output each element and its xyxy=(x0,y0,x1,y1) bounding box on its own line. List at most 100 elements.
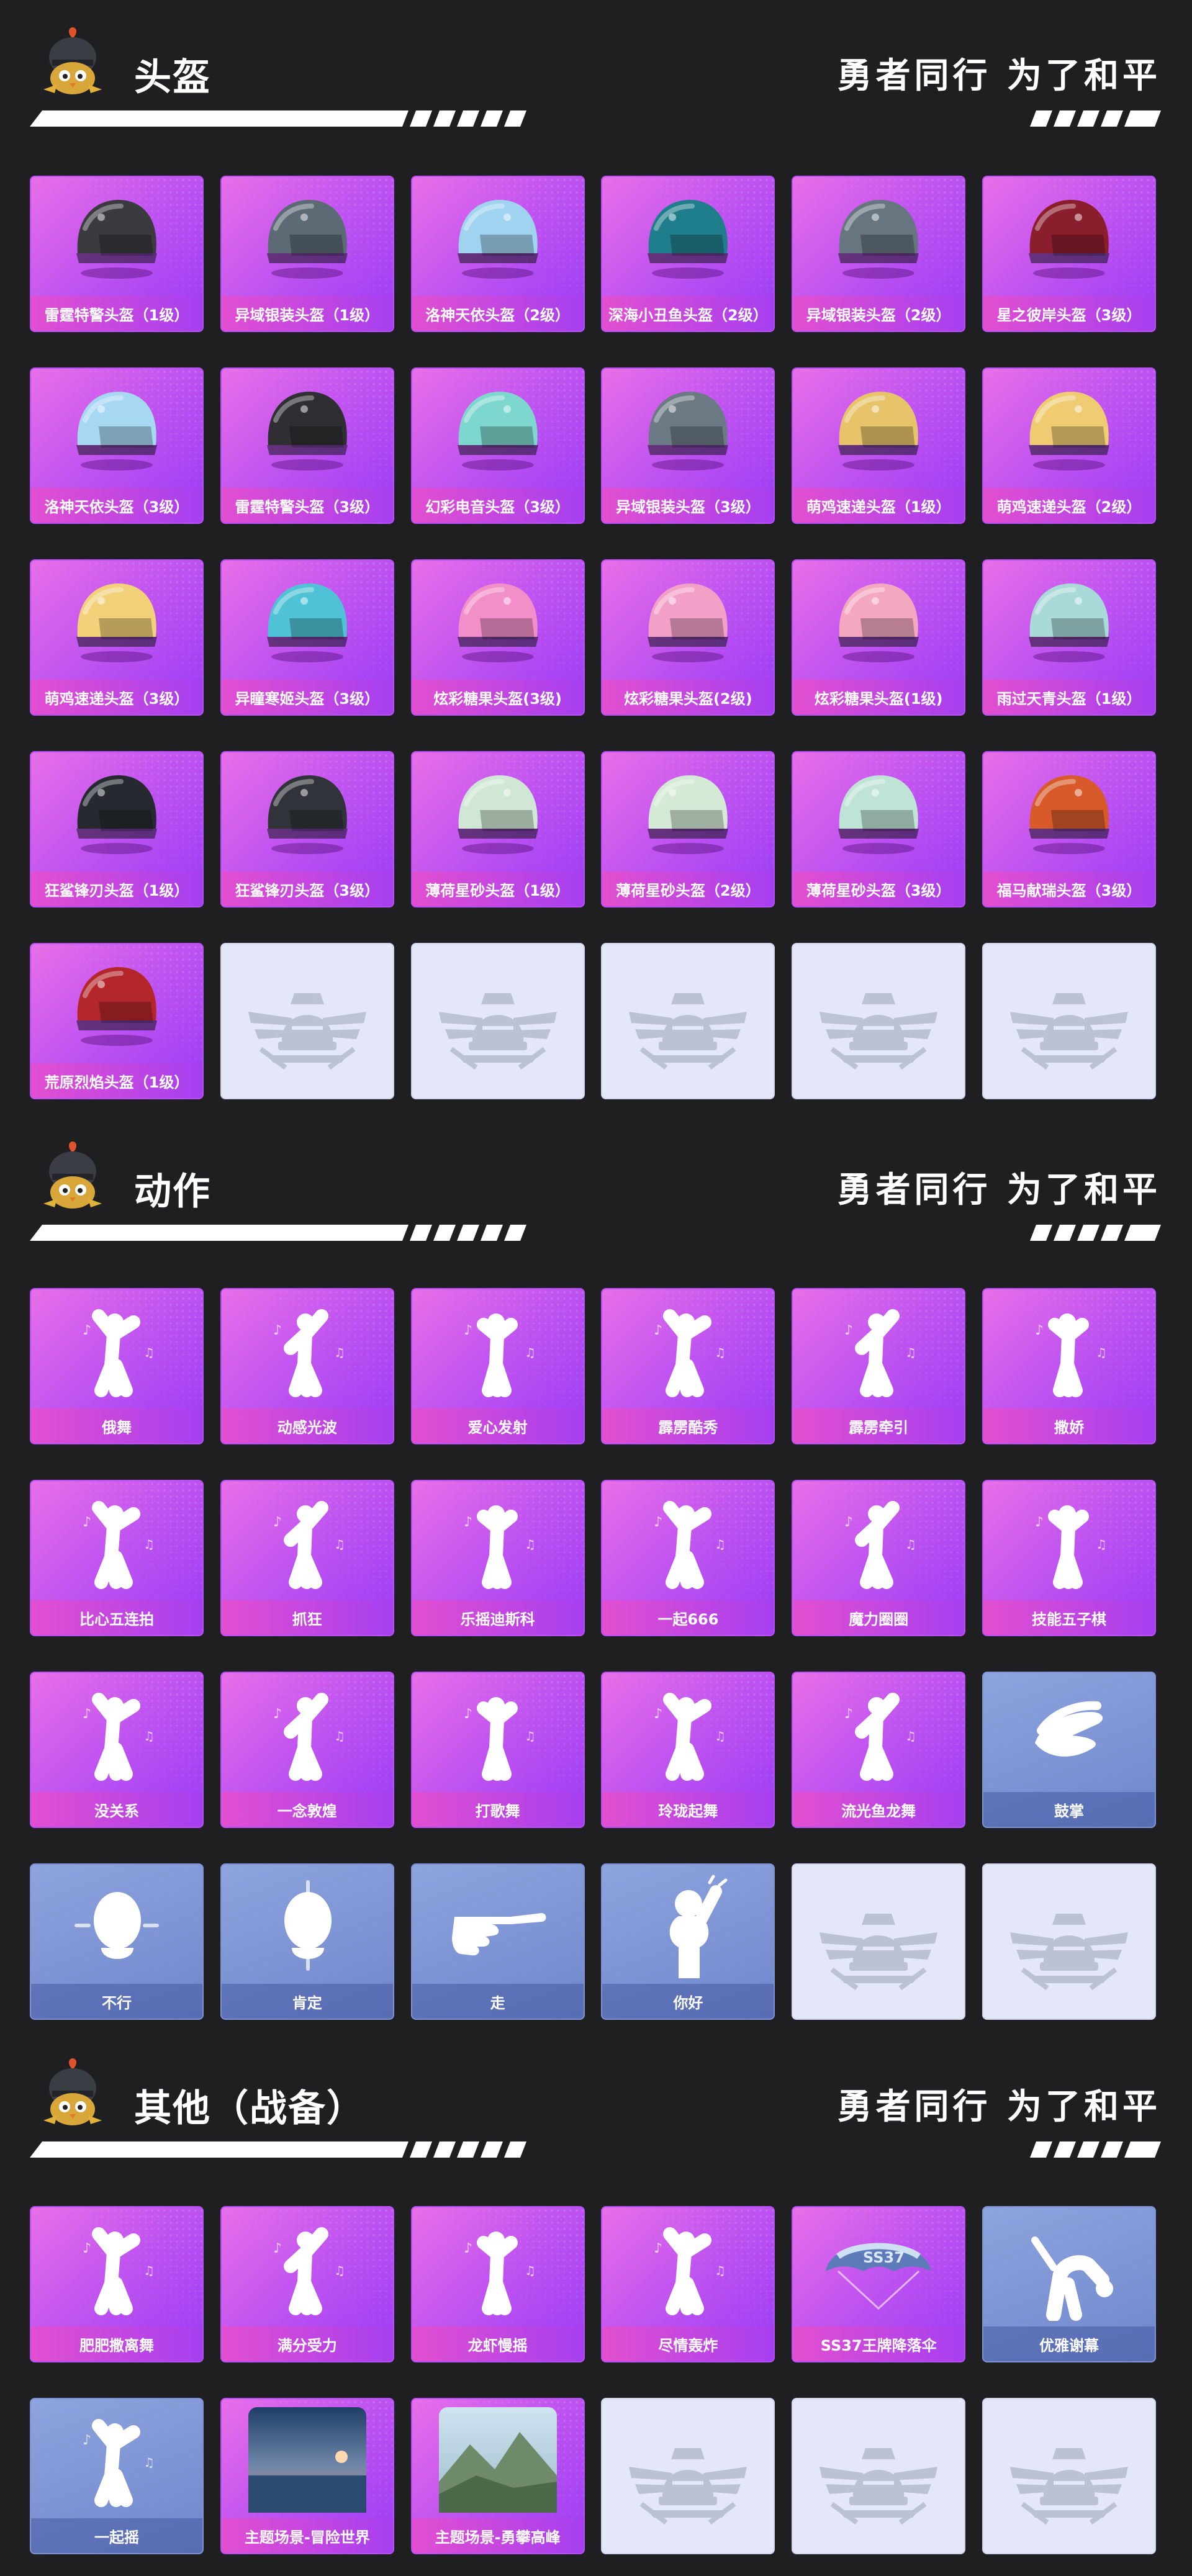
helmet-card[interactable]: 狂鲨锋刃头盔（3级） xyxy=(220,751,394,907)
helmet-card[interactable]: 萌鸡速递头盔（3级） xyxy=(30,559,204,716)
emote-card[interactable]: ♪ ♫ 打歌舞 xyxy=(410,1672,585,1828)
helmet-card[interactable]: 雨过天青头盔（1级） xyxy=(982,559,1156,716)
helmet-card[interactable]: 萌鸡速递头盔（1级） xyxy=(792,367,966,524)
other-card[interactable]: 主题场景-勇攀高峰 xyxy=(410,2398,585,2554)
empty-emblem-icon xyxy=(222,944,393,1098)
helmet-card[interactable]: 异域银装头盔（3级） xyxy=(601,367,775,524)
helmet-icon xyxy=(983,752,1155,874)
dancer-icon: ♪ ♫ xyxy=(222,1481,393,1603)
other-card[interactable]: ♪ ♫ 肥肥撒离舞 xyxy=(30,2206,204,2362)
helmet-card[interactable]: 洛神天依头盔（3级） xyxy=(30,367,204,524)
emote-card[interactable]: ♪ ♫ 抓狂 xyxy=(220,1480,394,1636)
helmet-card[interactable]: 薄荷星砂头盔（3级） xyxy=(792,751,966,907)
empty-emblem-icon xyxy=(793,1865,964,2019)
helmet-icon xyxy=(31,561,202,682)
other-card[interactable]: 主题场景-冒险世界 xyxy=(220,2398,394,2554)
svg-text:♪: ♪ xyxy=(654,1706,662,1722)
emote-card[interactable]: 不行 xyxy=(30,1863,204,2020)
empty-slot xyxy=(982,943,1156,1099)
item-label: 龙虾慢摇 xyxy=(412,2326,584,2361)
helmet-icon xyxy=(602,177,774,299)
emote-card[interactable]: ♪ ♫ 霹雳酷秀 xyxy=(601,1288,775,1444)
other-card[interactable]: ♪ ♫ 龙虾慢摇 xyxy=(410,2206,585,2362)
item-label: 打歌舞 xyxy=(412,1792,584,1827)
empty-slot xyxy=(220,943,394,1099)
section-title: 头盔 xyxy=(134,56,211,99)
emote-card[interactable]: 肯定 xyxy=(220,1863,394,2020)
emote-card[interactable]: ♪ ♫ 没关系 xyxy=(30,1672,204,1828)
emote-card[interactable]: ♪ ♫ 爱心发射 xyxy=(410,1288,585,1444)
emote-card[interactable]: ♪ ♫ 俄舞 xyxy=(30,1288,204,1444)
helmet-card[interactable]: 荒原烈焰头盔（1级） xyxy=(30,943,204,1099)
helmet-card[interactable]: 萌鸡速递头盔（2级） xyxy=(982,367,1156,524)
helmet-card[interactable]: 炫彩糖果头盔(3级) xyxy=(410,559,585,716)
emote-card[interactable]: ♪ ♫ 技能五子棋 xyxy=(982,1480,1156,1636)
svg-text:♫: ♫ xyxy=(715,2263,726,2278)
helmet-card[interactable]: 炫彩糖果头盔(2级) xyxy=(601,559,775,716)
other-card[interactable]: 优雅谢幕 xyxy=(982,2206,1156,2362)
emote-card[interactable]: ♪ ♫ 流光鱼龙舞 xyxy=(792,1672,966,1828)
helmet-card[interactable]: 福马献瑞头盔（3级） xyxy=(982,751,1156,907)
helmet-icon xyxy=(602,369,774,490)
emote-card[interactable]: ♪ ♫ 魔力圈圈 xyxy=(792,1480,966,1636)
emote-card[interactable]: ♪ ♫ 比心五连拍 xyxy=(30,1480,204,1636)
helmet-card[interactable]: 深海小丑鱼头盔（2级） xyxy=(601,176,775,332)
item-label: 玲珑起舞 xyxy=(602,1792,774,1827)
empty-emblem-icon xyxy=(983,1865,1155,2019)
helmet-card[interactable]: 幻彩电音头盔（3级） xyxy=(410,367,585,524)
helmet-icon xyxy=(222,561,393,682)
other-card[interactable]: SS37 SS37王牌降落伞 xyxy=(792,2206,966,2362)
svg-text:♫: ♫ xyxy=(905,1729,916,1744)
emote-card[interactable]: ♪ ♫ 乐摇迪斯科 xyxy=(410,1480,585,1636)
other-card[interactable]: ♪ ♫ 尽情轰炸 xyxy=(601,2206,775,2362)
helmet-card[interactable]: 洛神天依头盔（2级） xyxy=(410,176,585,332)
svg-text:♫: ♫ xyxy=(715,1345,726,1360)
helmet-card[interactable]: 薄荷星砂头盔（2级） xyxy=(601,751,775,907)
svg-text:♫: ♫ xyxy=(1096,1345,1107,1360)
empty-emblem-icon xyxy=(793,944,964,1098)
svg-text:♪: ♪ xyxy=(464,1323,472,1338)
item-label: 薄荷星砂头盔（1级） xyxy=(412,871,584,906)
helmet-card[interactable]: 异域银装头盔（2级） xyxy=(792,176,966,332)
helmet-card[interactable]: 雷霆特警头盔（1级） xyxy=(30,176,204,332)
other-card[interactable]: ♪ ♫ 满分受力 xyxy=(220,2206,394,2362)
svg-text:♫: ♫ xyxy=(905,1537,916,1552)
emote-card[interactable]: 走 xyxy=(410,1863,585,2020)
section-title: 其他（战备） xyxy=(134,2087,365,2130)
item-label: 萌鸡速递头盔（3级） xyxy=(31,680,202,714)
item-label: 幻彩电音头盔（3级） xyxy=(412,488,584,523)
svg-text:♪: ♪ xyxy=(844,1515,853,1530)
helmet-card[interactable]: 异瞳寒姬头盔（3级） xyxy=(220,559,394,716)
svg-text:♪: ♪ xyxy=(844,1706,853,1722)
emote-card[interactable]: ♪ ♫ 一起666 xyxy=(601,1480,775,1636)
svg-text:♫: ♫ xyxy=(715,1729,726,1744)
empty-slot xyxy=(792,1863,966,2020)
mascot-icon xyxy=(43,2058,102,2125)
helmet-card[interactable]: 狂鲨锋刃头盔（1级） xyxy=(30,751,204,907)
helmet-card[interactable]: 异域银装头盔（1级） xyxy=(220,176,394,332)
svg-text:♫: ♫ xyxy=(334,1537,345,1552)
helmet-card[interactable]: 雷霆特警头盔（3级） xyxy=(220,367,394,524)
svg-text:♫: ♫ xyxy=(143,2455,155,2470)
dancer-icon: ♪ ♫ xyxy=(222,1289,393,1411)
helmet-card[interactable]: 炫彩糖果头盔(1级) xyxy=(792,559,966,716)
item-label: 荒原烈焰头盔（1级） xyxy=(31,1063,202,1098)
emote-card[interactable]: ♪ ♫ 撒娇 xyxy=(982,1288,1156,1444)
empty-slot xyxy=(601,943,775,1099)
emote-card[interactable]: ♪ ♫ 玲珑起舞 xyxy=(601,1672,775,1828)
emote-card[interactable]: 你好 xyxy=(601,1863,775,2020)
helmet-card[interactable]: 星之彼岸头盔（3级） xyxy=(982,176,1156,332)
emote-card[interactable]: ♪ ♫ 动感光波 xyxy=(220,1288,394,1444)
emote-card[interactable]: ♪ ♫ 霹雳牵引 xyxy=(792,1288,966,1444)
emote-card[interactable]: ♪ ♫ 一念敦煌 xyxy=(220,1672,394,1828)
svg-text:♪: ♪ xyxy=(273,1706,282,1722)
slogan-stripes xyxy=(1030,110,1161,127)
emote-card[interactable]: 鼓掌 xyxy=(982,1672,1156,1828)
title-underline xyxy=(30,110,526,127)
item-label: 肯定 xyxy=(221,1984,393,2019)
item-label: 狂鲨锋刃头盔（3级） xyxy=(221,871,393,906)
helmet-card[interactable]: 薄荷星砂头盔（1级） xyxy=(410,751,585,907)
other-card[interactable]: ♪ ♫ 一起摇 xyxy=(30,2398,204,2554)
dancer-icon: ♪ ♫ xyxy=(793,1481,964,1603)
item-label: 一起摇 xyxy=(31,2518,202,2553)
